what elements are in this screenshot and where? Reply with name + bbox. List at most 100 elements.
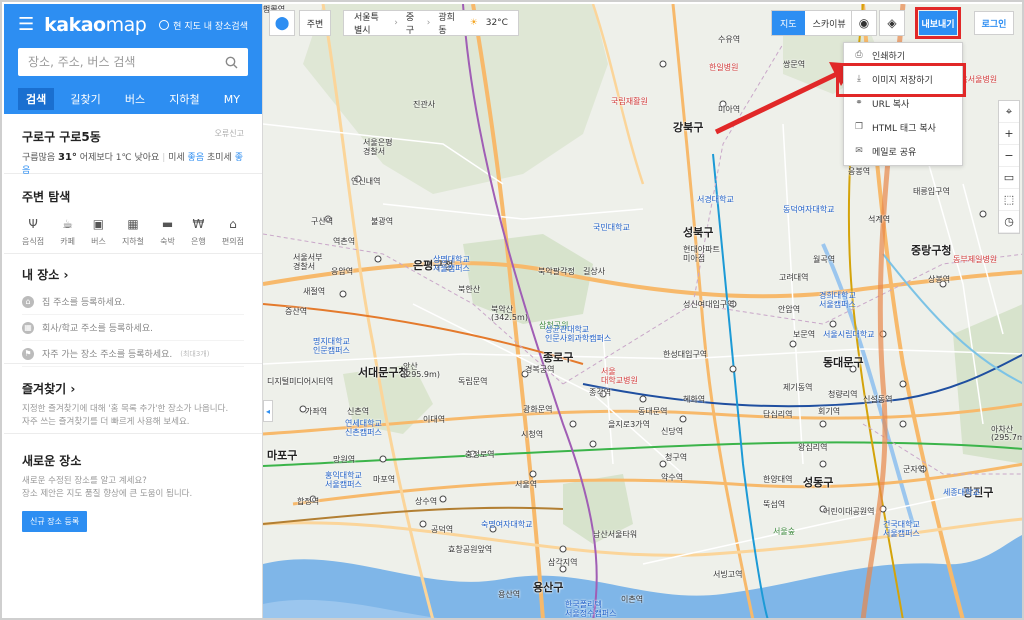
map-label[interactable]: 성북구 bbox=[683, 224, 713, 240]
my-place-item[interactable]: ⌂ 집 주소를 등록하세요. bbox=[22, 289, 244, 315]
map-type-skyview[interactable]: 스카이뷰 bbox=[805, 11, 854, 35]
map-label[interactable]: 경찰서 bbox=[293, 261, 315, 272]
category-bus[interactable]: ▣ 버스 bbox=[91, 217, 106, 247]
map-label[interactable]: 혜화역 bbox=[683, 394, 705, 405]
map-label[interactable]: 강북구 bbox=[673, 119, 703, 135]
map-label[interactable]: 가좌역 bbox=[305, 406, 327, 417]
radio-icon[interactable] bbox=[159, 20, 170, 30]
area-icon[interactable]: ⬚ bbox=[999, 189, 1019, 211]
map-label[interactable]: 중랑구청 bbox=[911, 242, 951, 258]
map-label[interactable]: 상수역 bbox=[415, 496, 437, 507]
map-label[interactable]: 동대문구 bbox=[823, 354, 863, 370]
map-label[interactable]: 서울캠퍼스 bbox=[819, 299, 856, 310]
map-label[interactable]: 청량리역 bbox=[828, 389, 857, 400]
map-label[interactable]: 수유역 bbox=[718, 34, 740, 45]
report-link[interactable]: 오류신고 bbox=[215, 128, 244, 145]
map-label[interactable]: 쌍문역 bbox=[783, 59, 805, 70]
map-label[interactable]: 북한산 bbox=[458, 284, 480, 295]
export-menu-mail[interactable]: ✉ 메일로 공유 bbox=[844, 139, 962, 163]
map-label[interactable]: 미아점 bbox=[683, 253, 705, 264]
category-fork[interactable]: Ψ 음식점 bbox=[22, 217, 44, 247]
map-label[interactable]: 약수역 bbox=[661, 472, 683, 483]
map-label[interactable]: 남산서울타워 bbox=[593, 529, 637, 540]
map-label[interactable]: 국민대학교 bbox=[593, 222, 630, 233]
map-label[interactable]: 회기역 bbox=[818, 406, 840, 417]
map-label[interactable]: 용산역 bbox=[498, 589, 520, 600]
around-button[interactable]: 주변 bbox=[299, 10, 331, 36]
breadcrumb-city[interactable]: 서울특별시 bbox=[354, 10, 386, 36]
map-label[interactable]: 인문캠퍼스 bbox=[313, 345, 350, 356]
map-label[interactable]: 공덕역 bbox=[431, 524, 453, 535]
map-type-map[interactable]: 지도 bbox=[772, 11, 805, 35]
my-place-item[interactable]: ▦ 회사/학교 주소를 등록하세요. bbox=[22, 315, 244, 341]
map-label[interactable]: 경찰서 bbox=[363, 146, 385, 157]
category-cafe[interactable]: ☕ 카페 bbox=[60, 217, 75, 247]
category-subway[interactable]: ▦ 지하철 bbox=[122, 217, 144, 247]
my-places-title[interactable]: 내 장소 › bbox=[22, 266, 244, 283]
map-label[interactable]: 이대역 bbox=[423, 414, 445, 425]
roadview-button[interactable]: ◉ bbox=[851, 10, 877, 36]
tab-search[interactable]: 검색 bbox=[18, 88, 55, 110]
map-label[interactable]: 보문역 bbox=[793, 329, 815, 340]
map-label[interactable]: 제기동역 bbox=[783, 382, 812, 393]
map-label[interactable]: 왕십리역 bbox=[798, 442, 827, 453]
breadcrumb-dong[interactable]: 광희동 bbox=[438, 10, 457, 36]
tab-directions[interactable]: 길찾기 bbox=[62, 88, 108, 110]
menu-icon[interactable]: ☰ bbox=[18, 16, 34, 34]
map-label[interactable]: 서빙고역 bbox=[713, 569, 742, 580]
breadcrumb-district[interactable]: 중구 bbox=[406, 10, 419, 36]
tab-my[interactable]: MY bbox=[216, 90, 248, 109]
layers-button[interactable]: ◈ bbox=[879, 10, 905, 36]
map-label[interactable]: 한성대입구역 bbox=[663, 349, 707, 360]
map-label[interactable]: 망원역 bbox=[333, 454, 355, 465]
favorites-title[interactable]: 즐겨찾기 › bbox=[22, 380, 244, 397]
new-place-button[interactable]: 신규 장소 등록 bbox=[22, 511, 88, 532]
map-label[interactable]: 증산역 bbox=[285, 306, 307, 317]
zoom-out-button[interactable]: − bbox=[999, 145, 1019, 167]
map-label[interactable]: (295.7m) bbox=[991, 433, 1022, 442]
collapse-sidebar-button[interactable]: ◂ bbox=[263, 400, 273, 422]
logo[interactable]: kakaomap bbox=[44, 14, 147, 36]
map-label[interactable]: 서울정수캠퍼스 bbox=[565, 608, 617, 618]
map-label[interactable]: 어린이대공원역 bbox=[823, 506, 875, 517]
map-label[interactable]: 태릉입구역 bbox=[913, 186, 950, 197]
map-label[interactable]: 신당역 bbox=[661, 426, 683, 437]
map-label[interactable]: 미아역 bbox=[718, 104, 740, 115]
map-label[interactable]: 용산구 bbox=[533, 579, 563, 595]
tab-bus[interactable]: 버스 bbox=[117, 88, 153, 110]
map-label[interactable]: 동덕여자대학교 bbox=[783, 204, 835, 215]
map-label[interactable]: (342.5m) bbox=[491, 313, 528, 322]
map-label[interactable]: 북악팔각정 bbox=[538, 266, 575, 277]
map-label[interactable]: 답십리역 bbox=[763, 409, 792, 420]
current-location-button[interactable]: ⬤ bbox=[269, 10, 295, 36]
map-label[interactable]: 서울시립대학교 bbox=[823, 329, 875, 340]
map-label[interactable]: 새절역 bbox=[303, 286, 325, 297]
map-label[interactable]: 월곡역 bbox=[813, 254, 835, 265]
map-label[interactable]: 서울역 bbox=[515, 479, 537, 490]
map-label[interactable]: 성동구 bbox=[803, 474, 833, 490]
map-label[interactable]: 인문사회과학캠퍼스 bbox=[545, 333, 611, 344]
map-label[interactable]: 서울숲 bbox=[773, 526, 795, 537]
map-label[interactable]: 신설동역 bbox=[863, 394, 892, 405]
map-label[interactable]: 삼각지역 bbox=[548, 557, 577, 568]
map-label[interactable]: 응암역 bbox=[331, 266, 353, 277]
map-label[interactable]: 광화문역 bbox=[523, 404, 552, 415]
map-label[interactable]: 국립재활원 bbox=[611, 96, 648, 107]
map-label[interactable]: 연신내역 bbox=[351, 176, 380, 187]
export-menu-copy[interactable]: ❐ HTML 태그 복사 bbox=[844, 115, 962, 139]
map-label[interactable]: 충정로역 bbox=[465, 449, 494, 460]
locate-icon[interactable]: ⌖ bbox=[999, 101, 1019, 123]
map-label[interactable]: 서경대학교 bbox=[697, 194, 734, 205]
map-label[interactable]: 한양대역 bbox=[763, 474, 792, 485]
map-label[interactable]: 불광역 bbox=[371, 216, 393, 227]
map-label[interactable]: 서울캠퍼스 bbox=[883, 528, 920, 539]
map-label[interactable]: 동부제일병원 bbox=[953, 254, 997, 265]
map-label[interactable]: 안암역 bbox=[778, 304, 800, 315]
category-bank[interactable]: ₩ 은행 bbox=[191, 217, 206, 247]
map-label[interactable]: 석계역 bbox=[868, 214, 890, 225]
map-label[interactable]: 종로구 bbox=[543, 349, 573, 365]
map-view[interactable]: 진관사 서울은평 경찰서 연신내역 구산역 불광역 역촌역 은평구청 서울서부 경찰서 응암역 새절역… bbox=[263, 4, 1022, 618]
map-label[interactable]: 신촌캠퍼스 bbox=[345, 427, 382, 438]
login-button[interactable]: 로그인 bbox=[974, 11, 1014, 35]
map-label[interactable]: 합정역 bbox=[297, 496, 319, 507]
